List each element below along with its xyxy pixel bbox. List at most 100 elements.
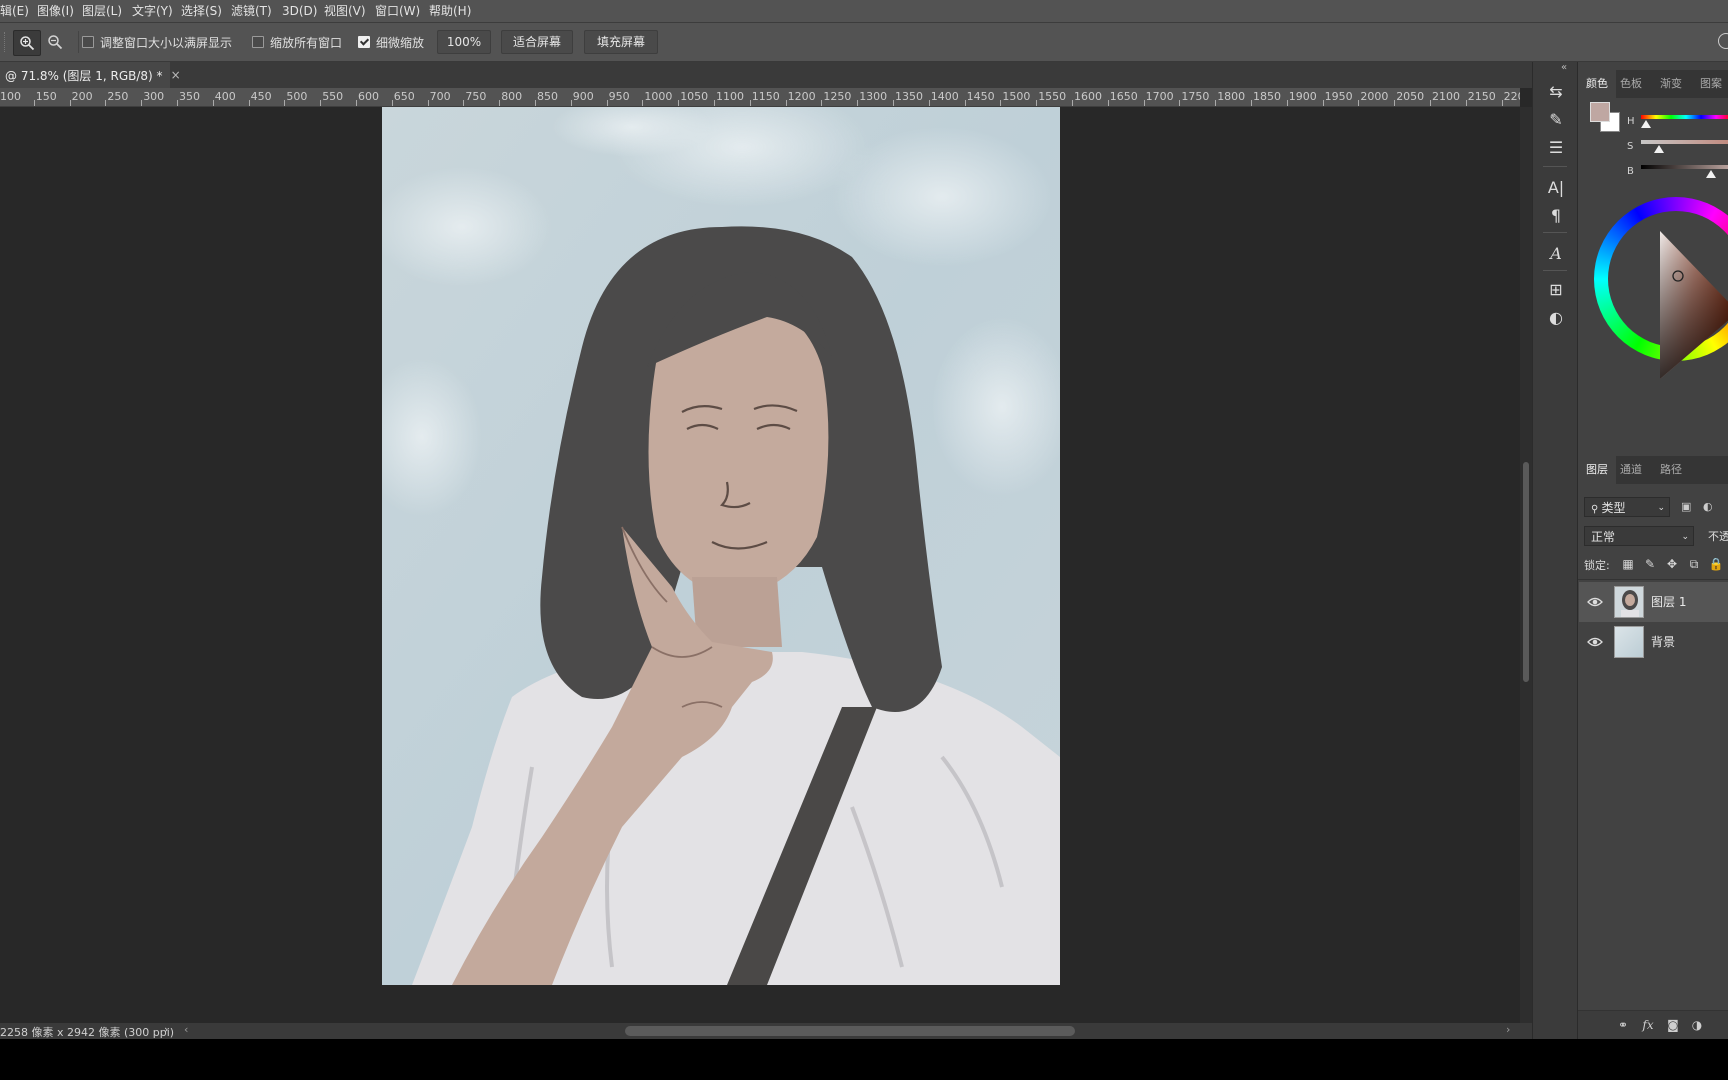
layer-row-layer1[interactable]: 图层 1 bbox=[1579, 582, 1728, 622]
ruler-tick-line bbox=[1465, 100, 1467, 106]
layers-divider bbox=[1578, 579, 1728, 580]
lock-row: 锁定: ▦ ✎ ✥ ⧉ 🔒 bbox=[1584, 556, 1728, 574]
fill-screen-button[interactable]: 填充屏幕 bbox=[584, 30, 658, 54]
link-icon[interactable]: ⚭ bbox=[1614, 1017, 1632, 1033]
menu-view[interactable]: 视图(V) bbox=[324, 0, 366, 22]
glyphs-icon[interactable]: A bbox=[1546, 244, 1566, 264]
tab-channels[interactable]: 通道 bbox=[1620, 456, 1642, 484]
color-triangle[interactable] bbox=[1578, 62, 1728, 402]
eye-icon[interactable] bbox=[1587, 634, 1603, 650]
ruler-tick-line bbox=[821, 100, 823, 106]
menu-bar: 辑(E) 图像(I) 图层(L) 文字(Y) 选择(S) 滤镜(T) 3D(D)… bbox=[0, 0, 1728, 23]
ruler-tick-label: 1200 bbox=[787, 90, 816, 103]
lock-artboard-icon[interactable]: ⧉ bbox=[1686, 556, 1702, 572]
ruler-tick-label: 1250 bbox=[823, 90, 852, 103]
history-icon[interactable]: ⇆ bbox=[1546, 82, 1566, 102]
options-grip bbox=[4, 32, 7, 52]
ruler-tick-line bbox=[427, 100, 429, 106]
menu-help[interactable]: 帮助(H) bbox=[429, 0, 471, 22]
zoom-out-tool[interactable] bbox=[42, 30, 68, 54]
options-bar: 调整窗口大小以满屏显示 缩放所有窗口 细微缩放 100% 适合屏幕 填充屏幕 bbox=[0, 23, 1728, 62]
ruler-tick-line bbox=[893, 100, 894, 106]
filter-pixel-icon[interactable]: ▣ bbox=[1681, 500, 1691, 513]
ruler-tick-line bbox=[177, 100, 178, 106]
properties-icon[interactable]: ☰ bbox=[1546, 138, 1566, 158]
menu-type[interactable]: 文字(Y) bbox=[132, 0, 173, 22]
resize-windows-checkbox[interactable] bbox=[82, 36, 94, 48]
mask-icon[interactable]: ◙ bbox=[1664, 1017, 1682, 1033]
libraries-icon[interactable]: ⊞ bbox=[1546, 280, 1566, 300]
zoom-in-icon bbox=[20, 36, 35, 51]
ruler-tick-label: 350 bbox=[179, 90, 200, 103]
ruler-tick-line bbox=[105, 100, 107, 106]
horizontal-scroll-thumb[interactable] bbox=[625, 1026, 1075, 1036]
filter-adjustment-icon[interactable]: ◐ bbox=[1703, 500, 1713, 513]
search-icon[interactable] bbox=[1718, 33, 1728, 49]
tab-layers[interactable]: 图层 bbox=[1578, 456, 1616, 484]
vertical-scroll-thumb[interactable] bbox=[1523, 462, 1529, 682]
zoom-out-icon bbox=[48, 35, 63, 50]
document-tab[interactable]: @ 71.8% (图层 1, RGB/8) * × bbox=[0, 62, 181, 88]
ruler-tick-label: 800 bbox=[501, 90, 523, 103]
ruler-tick-line bbox=[391, 100, 393, 106]
blend-mode-dropdown[interactable]: 正常 ⌄ bbox=[1584, 526, 1694, 546]
lock-move-icon[interactable]: ✥ bbox=[1664, 556, 1680, 572]
lock-transparency-icon[interactable]: ▦ bbox=[1620, 556, 1636, 572]
scrubby-zoom-checkbox[interactable] bbox=[358, 36, 370, 48]
ruler-tick-line bbox=[141, 100, 143, 106]
fx-icon[interactable]: fx bbox=[1639, 1017, 1657, 1033]
ruler-tick-line bbox=[320, 100, 322, 106]
menu-filter[interactable]: 滤镜(T) bbox=[231, 0, 272, 22]
canvas-area[interactable] bbox=[0, 107, 1520, 1023]
eye-icon[interactable] bbox=[1587, 594, 1603, 610]
scrubby-zoom-label: 细微缩放 bbox=[376, 35, 425, 50]
ruler-tick-line bbox=[1072, 100, 1073, 106]
scroll-left-arrow[interactable]: ‹ bbox=[184, 1023, 188, 1036]
layer-row-background[interactable]: 背景 bbox=[1579, 622, 1728, 662]
layer-name[interactable]: 背景 bbox=[1651, 622, 1675, 662]
menu-edit[interactable]: 辑(E) bbox=[0, 0, 29, 22]
ruler-tick-label: 2050 bbox=[1396, 90, 1425, 103]
zoom-in-tool[interactable] bbox=[13, 30, 41, 56]
vertical-scrollbar[interactable] bbox=[1520, 107, 1532, 1023]
blend-mode-value: 正常 bbox=[1591, 530, 1616, 544]
collapse-panels-icon[interactable]: « bbox=[1561, 62, 1567, 73]
ruler-tick-label: 2100 bbox=[1432, 90, 1460, 103]
menu-3d[interactable]: 3D(D) bbox=[282, 0, 317, 22]
ruler-tick-line bbox=[1322, 100, 1324, 106]
lock-all-icon[interactable]: 🔒 bbox=[1708, 556, 1724, 572]
zoom-all-checkbox[interactable] bbox=[252, 36, 264, 48]
ruler-tick-label: 1550 bbox=[1038, 90, 1067, 103]
adjustment-icon[interactable]: ◑ bbox=[1688, 1017, 1706, 1033]
ruler-tick-line bbox=[1430, 100, 1431, 106]
artwork-canvas[interactable] bbox=[382, 107, 1060, 985]
close-tab-icon[interactable]: × bbox=[171, 68, 181, 82]
ruler-tick-label: 450 bbox=[250, 90, 272, 103]
ruler-tick-label: 220 bbox=[1503, 90, 1520, 103]
paragraph-icon[interactable]: ¶ bbox=[1546, 206, 1566, 226]
ruler-tick-label: 500 bbox=[286, 90, 308, 103]
scroll-right-arrow[interactable]: › bbox=[1506, 1023, 1510, 1036]
zoom-all-option[interactable]: 缩放所有窗口 bbox=[252, 23, 342, 61]
status-menu-arrow[interactable]: › bbox=[164, 1023, 168, 1036]
status-bar: 2258 像素 x 2942 像素 (300 ppi) › ‹ › bbox=[0, 1023, 1540, 1039]
layers-panel-tabs: 图层 通道 路径 bbox=[1578, 456, 1728, 484]
layer-filter-dropdown[interactable]: ⚲ 类型 ⌄ bbox=[1584, 497, 1670, 517]
adjustments-icon[interactable]: ◐ bbox=[1546, 308, 1566, 328]
menu-layer[interactable]: 图层(L) bbox=[82, 0, 122, 22]
character-icon[interactable]: A| bbox=[1546, 178, 1566, 198]
menu-window[interactable]: 窗口(W) bbox=[375, 0, 420, 22]
fit-screen-button[interactable]: 适合屏幕 bbox=[501, 30, 573, 54]
menu-select[interactable]: 选择(S) bbox=[181, 0, 222, 22]
scrubby-zoom-option[interactable]: 细微缩放 bbox=[358, 23, 424, 61]
lock-label: 锁定: bbox=[1584, 559, 1610, 572]
zoom-100-button[interactable]: 100% bbox=[437, 30, 491, 54]
lock-paint-icon[interactable]: ✎ bbox=[1642, 556, 1658, 572]
brush-settings-icon[interactable]: ✎ bbox=[1546, 110, 1566, 130]
layer-name[interactable]: 图层 1 bbox=[1651, 582, 1686, 622]
ruler-tick-line bbox=[928, 100, 930, 106]
ruler-tick-line bbox=[1036, 100, 1038, 106]
resize-windows-option[interactable]: 调整窗口大小以满屏显示 bbox=[82, 23, 232, 61]
tab-paths[interactable]: 路径 bbox=[1660, 456, 1682, 484]
menu-image[interactable]: 图像(I) bbox=[37, 0, 74, 22]
